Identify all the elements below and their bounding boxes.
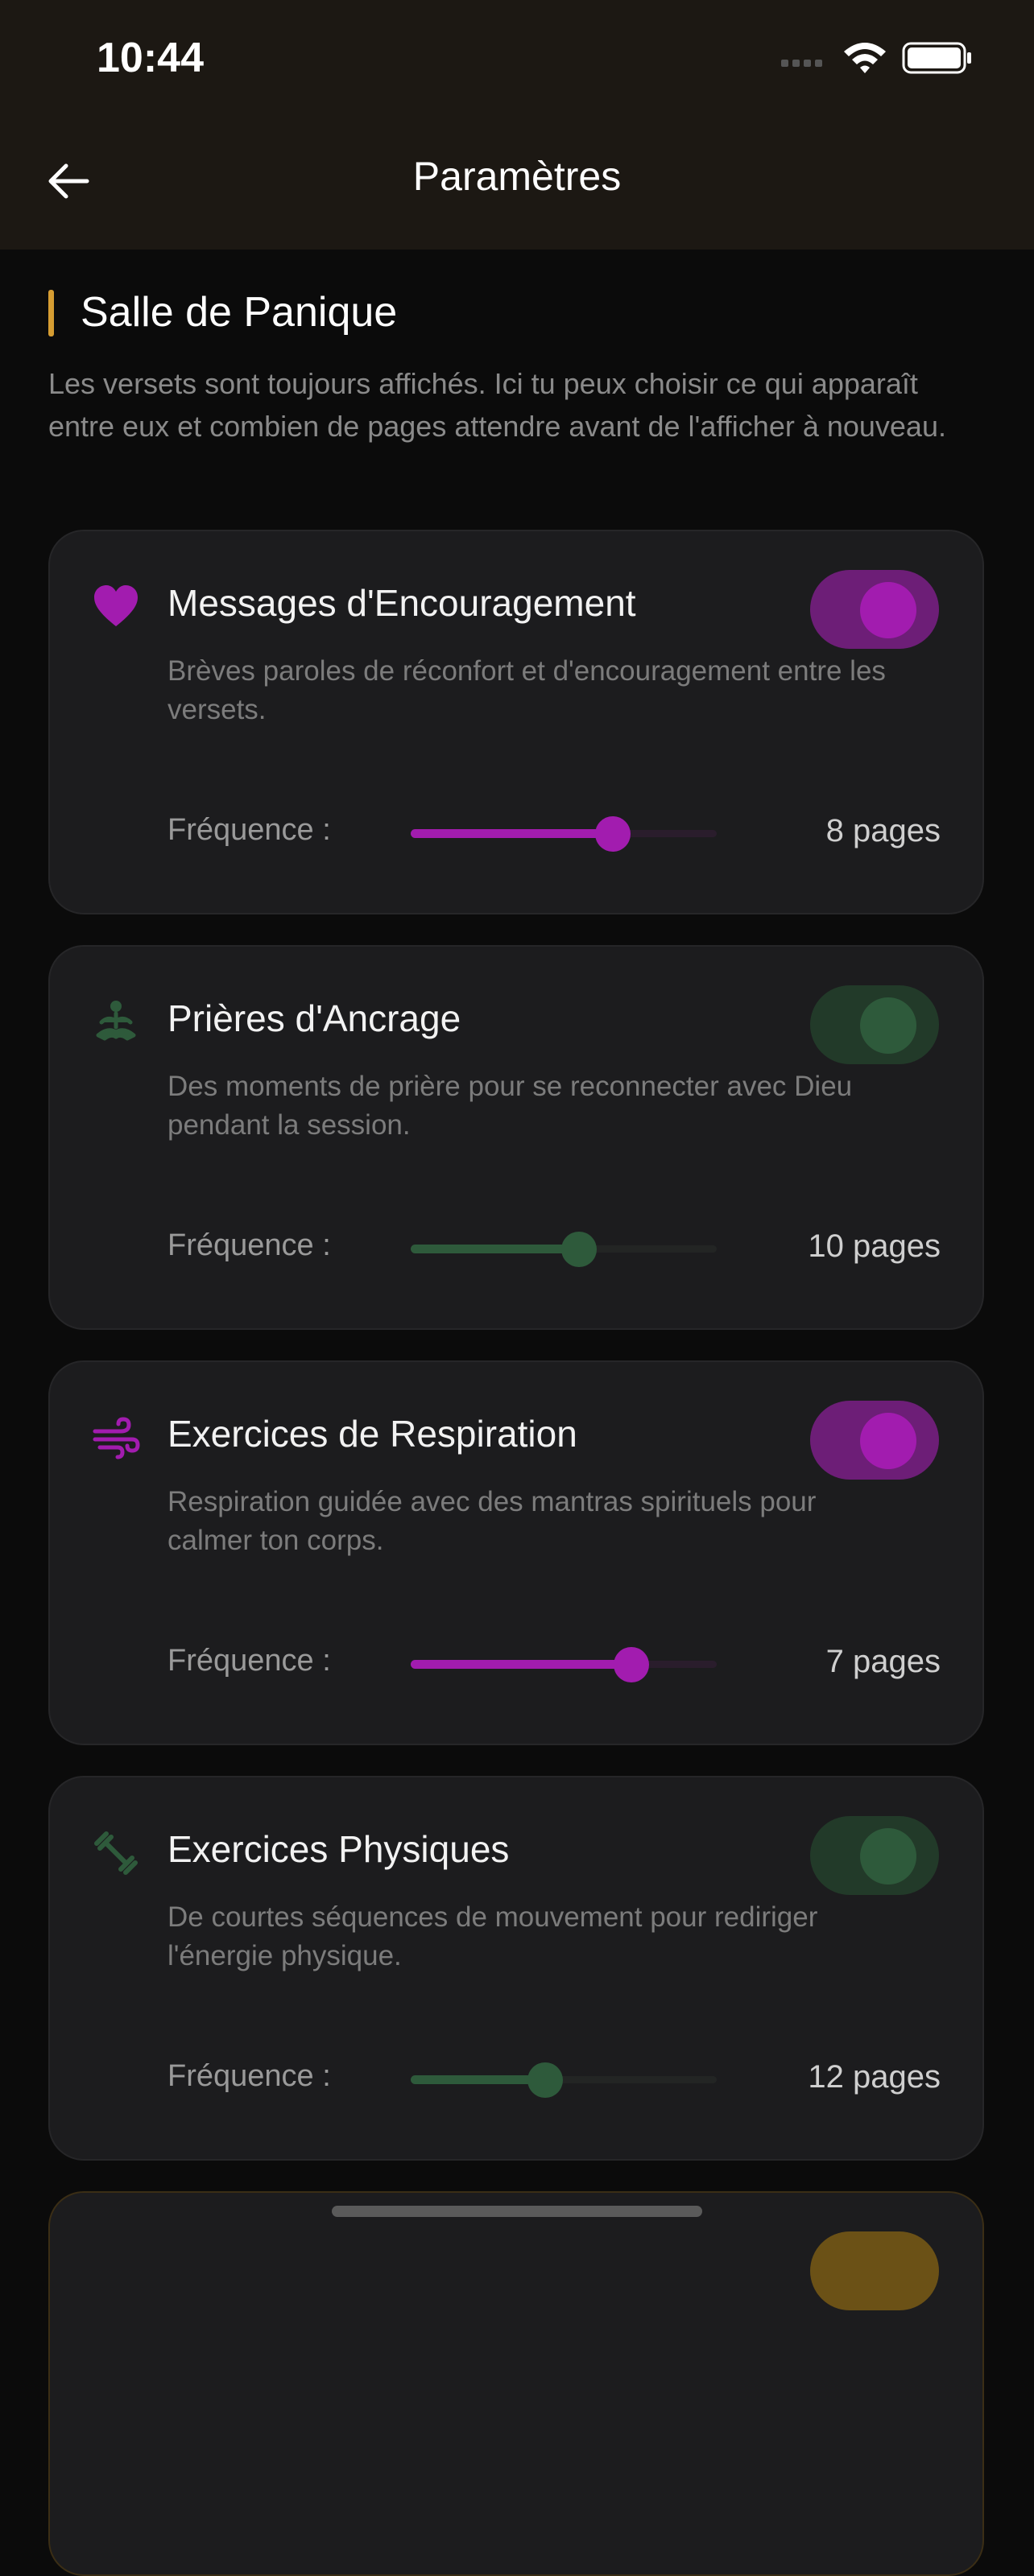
slider-fill xyxy=(411,1660,631,1669)
card-description: De courtes séquences de mouvement pour r… xyxy=(168,1901,818,1971)
slider-thumb[interactable] xyxy=(595,816,631,852)
setting-card-encouragement: Messages d'Encouragement Brèves paroles … xyxy=(48,530,984,914)
toggle-knob xyxy=(860,582,916,638)
wind-icon xyxy=(93,1417,140,1459)
page-title: Paramètres xyxy=(412,154,622,199)
section-description: Les versets sont toujours affichés. Ici … xyxy=(48,367,946,443)
frequency-label: Fréquence : xyxy=(168,1644,331,1678)
setting-card-prayers: Prières d'Ancrage Des moments de prière … xyxy=(48,945,984,1330)
toggle-switch[interactable] xyxy=(810,570,939,649)
section-accent-bar xyxy=(48,290,54,336)
toggle-knob xyxy=(860,997,916,1054)
card-title: Exercices de Respiration xyxy=(168,1413,577,1455)
toggle-switch[interactable] xyxy=(810,985,939,1064)
slider-fill xyxy=(411,829,613,838)
heart-icon xyxy=(94,585,138,626)
card-title: Messages d'Encouragement xyxy=(168,582,636,624)
frequency-label: Fréquence : xyxy=(168,1228,331,1262)
toggle-switch[interactable] xyxy=(810,1401,939,1480)
section-title: Salle de Panique xyxy=(81,289,398,336)
frequency-value: 7 pages xyxy=(825,1644,941,1679)
slider-fill xyxy=(411,1245,579,1253)
frequency-value: 12 pages xyxy=(808,2059,941,2095)
frequency-slider[interactable] xyxy=(411,1228,725,1269)
slider-thumb[interactable] xyxy=(614,1647,649,1682)
meditation-icon xyxy=(96,1001,136,1041)
dumbbell-icon xyxy=(94,1831,138,1875)
frequency-value: 10 pages xyxy=(808,1228,941,1264)
card-description: Des moments de prière pour se reconnecte… xyxy=(168,1071,853,1141)
frequency-label: Fréquence : xyxy=(168,813,331,847)
frequency-label: Fréquence : xyxy=(168,2059,331,2093)
toggle-knob xyxy=(860,1828,916,1885)
home-indicator xyxy=(332,2206,702,2217)
frequency-slider[interactable] xyxy=(411,813,725,853)
status-bar: 10:44 xyxy=(0,0,1034,121)
wifi-icon xyxy=(844,43,886,73)
card-description: Respiration guidée avec des mantras spir… xyxy=(168,1486,817,1556)
toggle-knob xyxy=(860,1413,916,1469)
frequency-slider[interactable] xyxy=(411,1644,725,1684)
setting-card-partial xyxy=(48,2191,984,2576)
card-title: Exercices Physiques xyxy=(168,1828,510,1870)
setting-card-physical: Exercices Physiques De courtes séquences… xyxy=(48,1776,984,2161)
toggle-switch[interactable] xyxy=(810,2231,939,2310)
card-title: Prières d'Ancrage xyxy=(168,997,461,1039)
slider-thumb[interactable] xyxy=(527,2062,563,2098)
frequency-slider[interactable] xyxy=(411,2059,725,2099)
battery-icon xyxy=(902,42,971,74)
status-time: 10:44 xyxy=(97,35,204,81)
slider-fill xyxy=(411,2075,545,2084)
slider-thumb[interactable] xyxy=(561,1232,597,1267)
status-icons xyxy=(781,42,971,74)
card-description: Brèves paroles de réconfort et d'encoura… xyxy=(168,655,886,725)
frequency-value: 8 pages xyxy=(825,813,941,848)
setting-card-breathing: Exercices de Respiration Respiration gui… xyxy=(48,1360,984,1745)
cellular-signal-icon xyxy=(781,60,822,67)
toggle-switch[interactable] xyxy=(810,1816,939,1895)
